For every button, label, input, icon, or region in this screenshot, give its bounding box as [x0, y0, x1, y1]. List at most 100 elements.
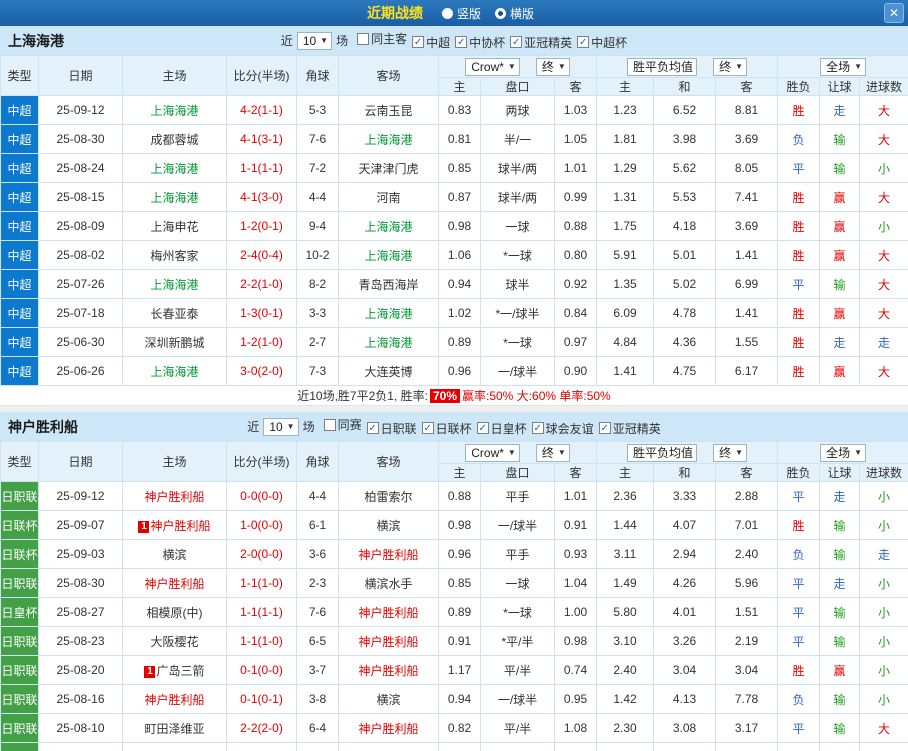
home-team-cell: 深圳新鹏城	[122, 327, 227, 357]
europe-odds-time-select[interactable]: 终 ▼	[713, 57, 747, 76]
asia-handicap-cell: 一/球半	[480, 510, 555, 540]
odds-company-select[interactable]: Crow* ▼	[465, 443, 520, 462]
filter-checkbox[interactable]: ✓ 中协杯	[455, 34, 505, 51]
checkbox-unchecked-icon	[357, 32, 370, 45]
europe-odds-time-select[interactable]: 终 ▼	[713, 443, 747, 462]
filter-checkbox[interactable]: ✓ 中超	[412, 34, 450, 51]
goals-result-cell: 小	[859, 153, 908, 183]
view-option-vertical[interactable]: 竖版	[441, 5, 481, 22]
date-cell: 25-06-26	[38, 356, 123, 386]
asia-home-odds-cell: 0.96	[438, 539, 481, 569]
goals-result-cell: 大	[859, 124, 908, 154]
col-away: 客场	[338, 55, 439, 96]
match-row: 日职联 25-08-23 大阪樱花 1-1(1-0) 6-5 神户胜利船 0.91 *平/半 0…	[0, 626, 908, 656]
team-link: 横滨	[162, 547, 187, 562]
euro-draw-odds-cell: 4.07	[653, 510, 717, 540]
radio-selected-icon	[495, 7, 506, 19]
scope-select[interactable]: 全场 ▼	[820, 443, 866, 462]
home-team-cell: 上海海港	[122, 95, 227, 125]
team-link: 上海海港	[364, 248, 413, 263]
europe-average-select[interactable]: 胜平负均值	[627, 443, 698, 462]
handicap-result-cell: 走	[819, 481, 861, 511]
filter-checkbox[interactable]: ✓ 日皇杯	[476, 420, 527, 437]
euro-home-odds-cell: 1.81	[596, 124, 655, 154]
asia-away-odds-cell: 1.01	[553, 481, 598, 511]
euro-home-odds-cell: 3.11	[596, 539, 655, 569]
asia-away-odds-cell: 1.08	[553, 713, 598, 743]
asia-odds-time-select[interactable]: 终 ▼	[535, 443, 570, 462]
league-cell: 中超	[0, 356, 39, 386]
filter-label: 同主客	[371, 32, 408, 47]
euro-away-odds-cell: 8.05	[715, 153, 779, 183]
filter-checkbox[interactable]: ✓ 中超杯	[577, 34, 627, 51]
euro-draw-odds-cell: 2.94	[653, 539, 717, 569]
asia-handicap-cell: 两球	[480, 95, 555, 125]
filter-checkbox[interactable]: 同赛	[323, 416, 362, 433]
score-cell: 2-4(0-4)	[226, 240, 297, 270]
section-header: 神户胜利船 近 10 ▼ 场 同赛 ✓ 日职联 ✓ 日联杯 ✓ 日皇杯 ✓ 球会友谊 ✓ 亚冠精英	[0, 412, 908, 441]
filter-checkbox[interactable]: ✓ 球会友谊	[531, 420, 594, 437]
match-count-select[interactable]: 10 ▼	[296, 31, 333, 50]
view-option-horizontal[interactable]: 横版	[495, 5, 534, 22]
home-team-cell: 神户胜利船	[122, 568, 227, 598]
result-cell: 负	[777, 684, 821, 714]
close-button[interactable]: ✕	[884, 3, 904, 23]
scope-select[interactable]: 全场 ▼	[820, 57, 866, 76]
home-team-cell: 神户胜利船	[122, 481, 227, 511]
result-cell: 平	[777, 713, 821, 743]
chevron-down-icon: ▼	[854, 448, 862, 457]
filter-checkbox[interactable]: 同主客	[357, 30, 407, 47]
team-link: 上海海港	[364, 306, 413, 321]
goals-result-cell: 大	[859, 240, 908, 270]
asia-home-odds-cell: 0.82	[438, 742, 481, 751]
score-cell: 4-2(1-1)	[226, 95, 297, 125]
filter-checkbox[interactable]: ✓ 日联杯	[421, 420, 472, 437]
corner-cell: 3-8	[296, 684, 339, 714]
euro-home-odds-cell: 1.31	[596, 182, 655, 212]
asia-home-odds-cell: 0.81	[438, 124, 481, 154]
league-cell: 中超	[0, 269, 39, 299]
handicap-result-cell: 赢	[819, 182, 861, 212]
filter-checkbox[interactable]: ✓ 亚冠精英	[510, 34, 572, 51]
away-team-cell: 神户胜利船	[338, 539, 439, 569]
euro-draw-odds-cell: 4.01	[653, 597, 717, 627]
away-team-cell: 河南	[338, 182, 439, 212]
chevron-down-icon: ▼	[286, 422, 295, 431]
asia-home-odds-cell: 0.94	[438, 269, 481, 299]
league-cell: 中超	[0, 298, 39, 328]
filter-checkbox[interactable]: ✓ 日职联	[366, 420, 417, 437]
score-cell: 1-0(1-0)	[226, 742, 297, 751]
asia-home-odds-cell: 0.89	[438, 327, 481, 357]
col-score: 比分(半场)	[226, 55, 297, 96]
summary-text: 近10场,胜7平2负1, 胜率:	[297, 389, 428, 403]
match-row: 中超 25-08-30 成都蓉城 4-1(3-1) 7-6 上海海港 0.81 半/一 1.05…	[0, 124, 908, 154]
odds-company-select[interactable]: Crow* ▼	[465, 57, 520, 76]
handicap-result-cell: 输	[819, 153, 861, 183]
team-link: 深圳新鹏城	[144, 335, 205, 350]
match-count-select[interactable]: 10 ▼	[263, 417, 299, 436]
team-name: 上海海港	[8, 32, 64, 49]
filter-checkbox[interactable]: ✓ 亚冠精英	[598, 420, 661, 437]
asia-away-odds-cell: 0.98	[553, 626, 598, 656]
asia-handicap-cell: 一/球半	[480, 742, 555, 751]
asia-odds-time-select[interactable]: 终 ▼	[535, 57, 570, 76]
recent-results-panel: 近期战绩 竖版 横版 ✕ 上海海港 近 10 ▼ 场 同主客 ✓ 中超 ✓ 中协杯 ✓ 亚冠…	[0, 0, 908, 751]
date-cell: 25-08-20	[38, 655, 123, 685]
col-asia-home: 主	[438, 463, 481, 482]
goals-result-cell: 小	[859, 481, 908, 511]
chevron-down-icon: ▼	[854, 62, 862, 71]
away-team-cell: 神户胜利船	[338, 655, 439, 685]
team-link: 河南	[376, 190, 401, 205]
result-cell: 胜	[777, 655, 821, 685]
asia-handicap-cell: *一球	[480, 240, 555, 270]
score-cell: 0-1(0-0)	[226, 655, 297, 685]
asia-handicap-cell: 一/球半	[480, 684, 555, 714]
league-cell: 中超	[0, 153, 39, 183]
team-link: 神户胜利船	[150, 518, 211, 533]
asia-handicap-cell: *一球	[480, 597, 555, 627]
score-cell: 1-3(0-1)	[226, 298, 297, 328]
europe-average-select[interactable]: 胜平负均值	[627, 57, 698, 76]
result-cell: 胜	[777, 182, 821, 212]
checkbox-checked-icon: ✓	[476, 422, 489, 435]
result-cell: 胜	[777, 742, 821, 751]
